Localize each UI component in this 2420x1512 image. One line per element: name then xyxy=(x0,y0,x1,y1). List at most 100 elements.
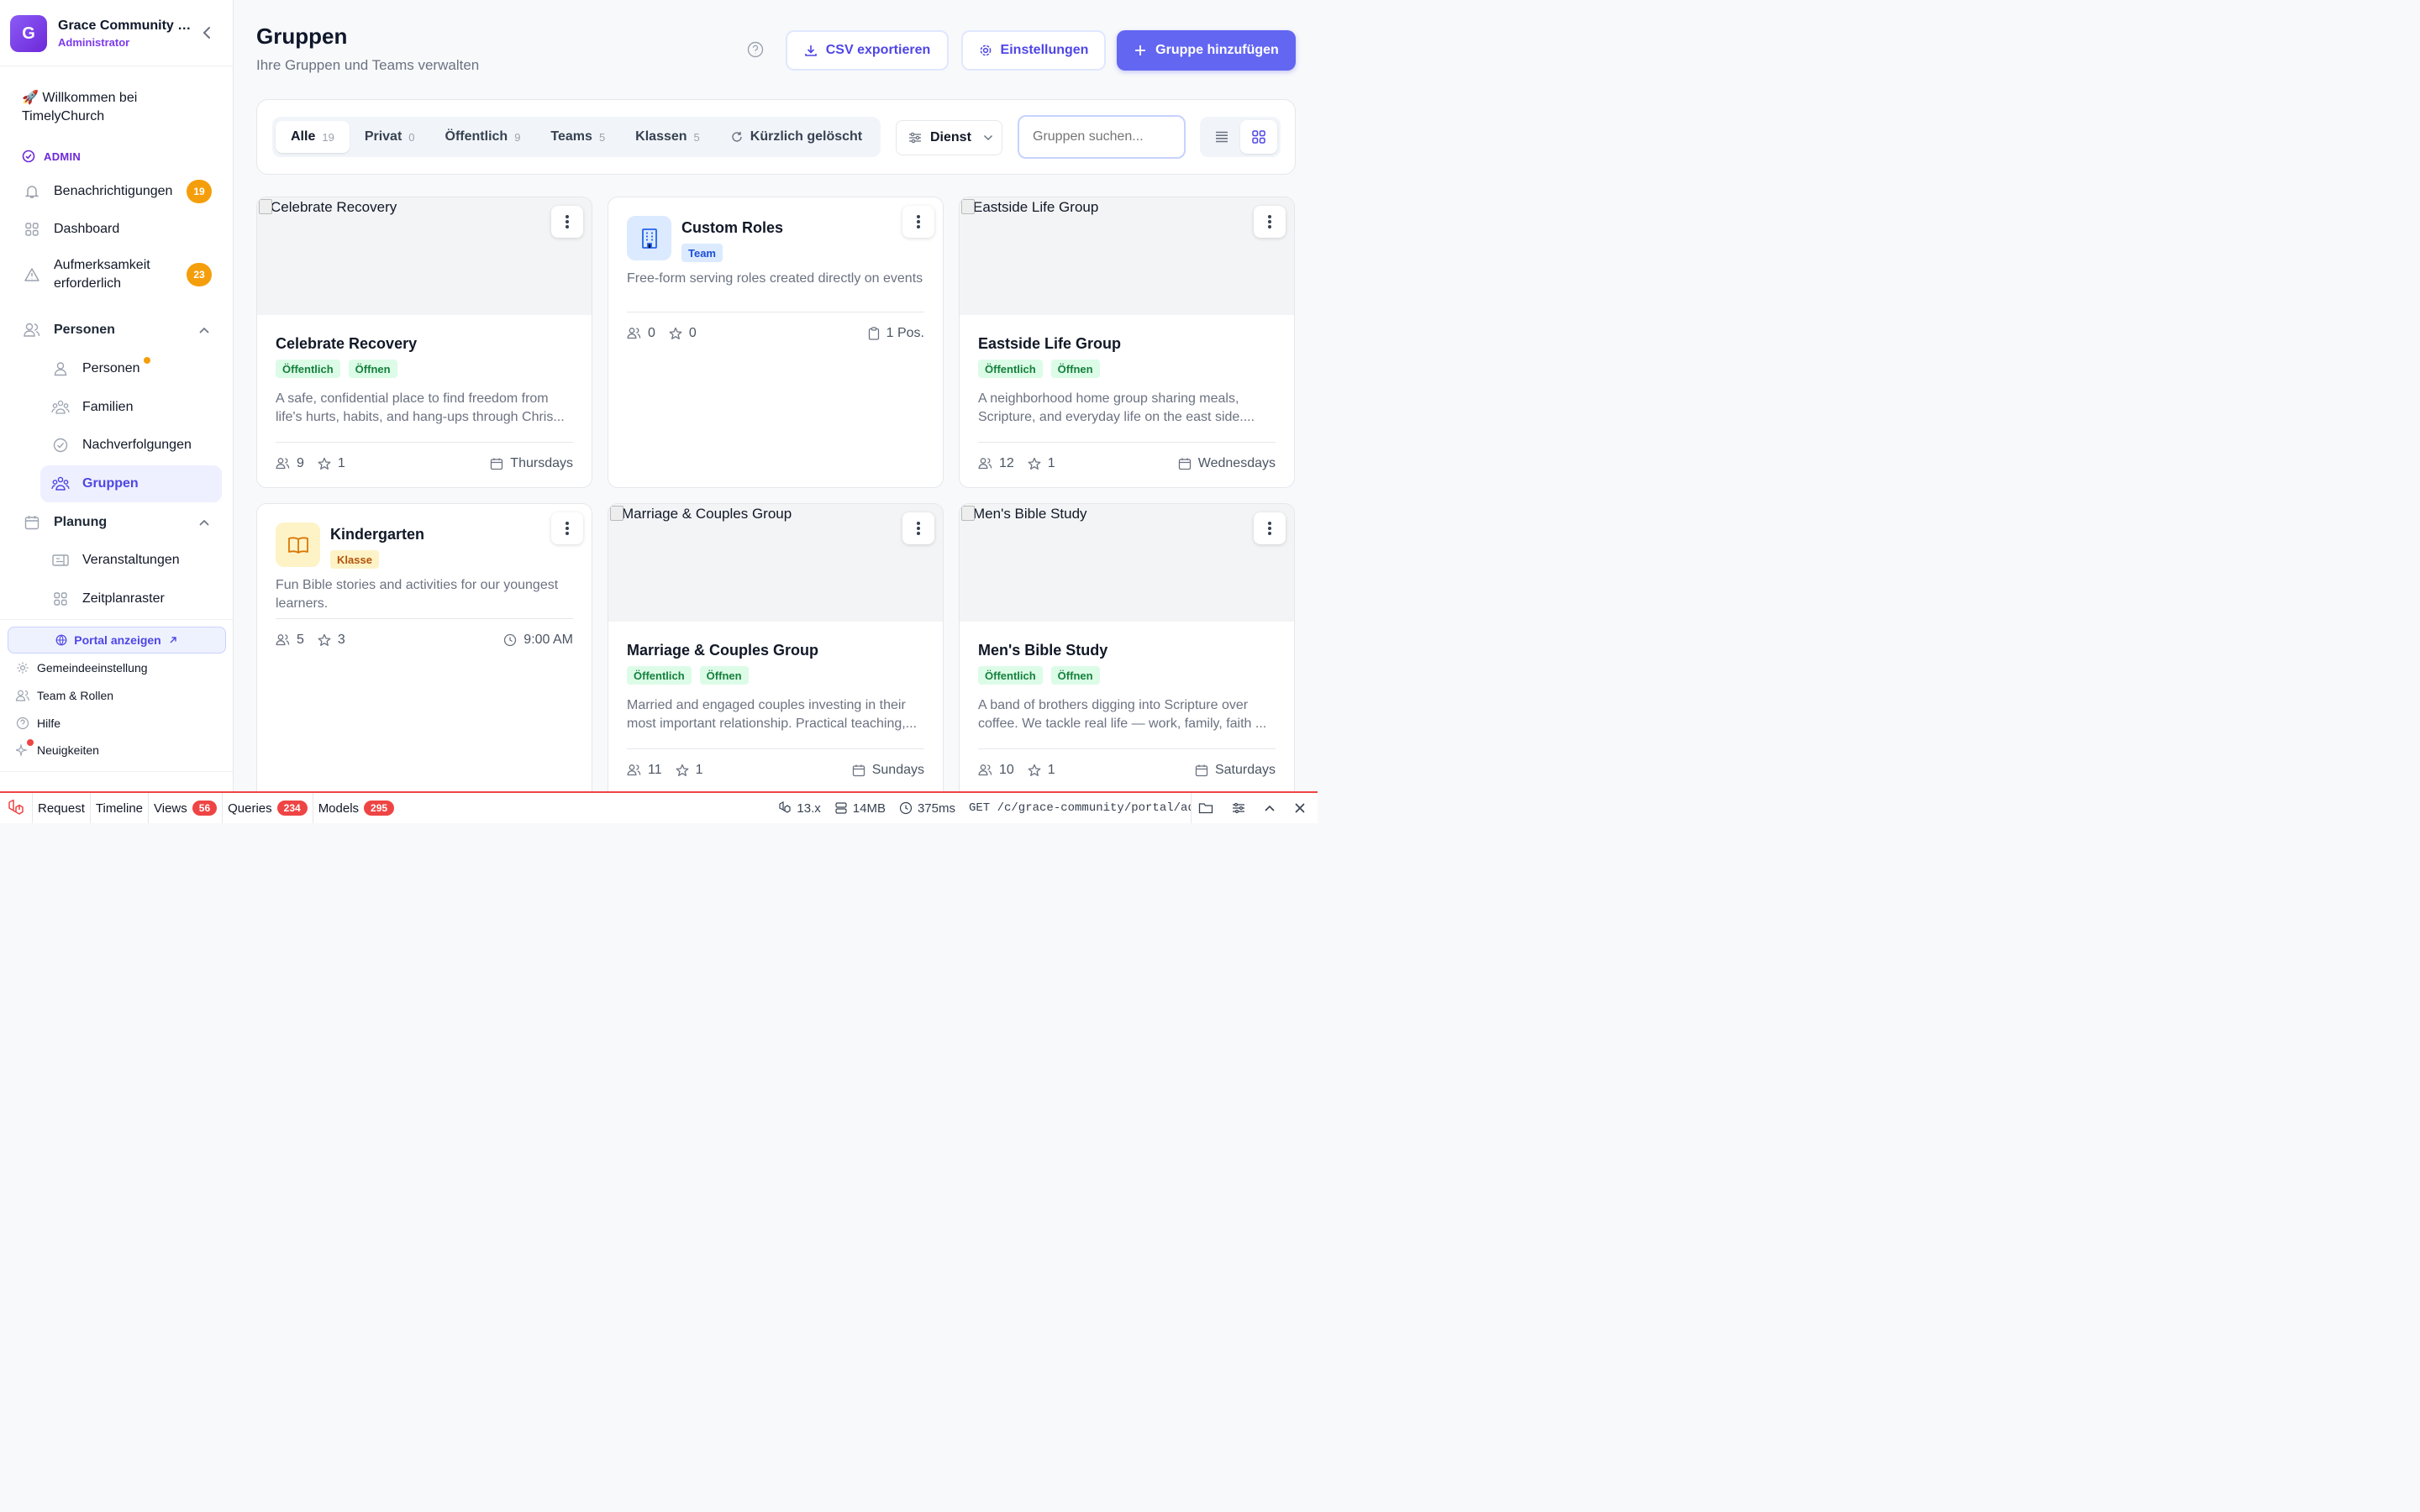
chevron-up-icon xyxy=(198,326,210,334)
sidebar-item-attention[interactable]: Aufmerksamkeit erforderlich 23 xyxy=(12,255,222,294)
divider xyxy=(0,771,233,772)
tab-recently-deleted[interactable]: Kürzlich gelöscht xyxy=(715,121,877,153)
group-description: Free-form serving roles created directly… xyxy=(627,271,923,286)
sliders-icon xyxy=(909,132,921,144)
card-menu-button[interactable] xyxy=(551,206,583,238)
group-card[interactable]: Celebrate Recovery Celebrate Recovery Öf… xyxy=(256,197,592,488)
sidebar-item-groups[interactable]: Gruppen xyxy=(40,465,222,502)
grid-view-button[interactable] xyxy=(1240,120,1277,154)
clock-icon xyxy=(899,801,913,815)
group-description: A safe, confidential place to find freed… xyxy=(276,391,565,424)
clipboard-icon xyxy=(868,326,879,340)
folder-icon[interactable] xyxy=(1191,793,1225,823)
request-route[interactable]: GET /c/grace-community/portal/admin/grou… xyxy=(962,801,1191,815)
list-view-button[interactable] xyxy=(1203,120,1240,154)
group-image: Marriage & Couples Group xyxy=(608,504,943,622)
status-badge: Öffnen xyxy=(348,360,397,378)
position-count: 1 Pos. xyxy=(868,326,924,341)
card-menu-button[interactable] xyxy=(551,512,583,544)
group-icon xyxy=(50,474,71,494)
add-group-button[interactable]: Gruppe hinzufügen xyxy=(1117,30,1296,71)
calendar-icon xyxy=(491,458,503,470)
group-name[interactable]: Eastside Life Group xyxy=(978,335,1276,353)
sidebar-item-events[interactable]: Veranstaltungen xyxy=(12,542,222,579)
sidebar-item-persons[interactable]: Personen xyxy=(12,350,222,387)
sidebar-item-schedule-grid[interactable]: Zeitplanraster xyxy=(12,580,222,617)
building-icon xyxy=(627,216,671,260)
group-name[interactable]: Marriage & Couples Group xyxy=(627,642,924,659)
debug-tab-views[interactable]: Views 56 xyxy=(149,793,224,823)
debug-tab-models[interactable]: Models 295 xyxy=(313,793,399,823)
view-toggle xyxy=(1200,117,1281,157)
card-menu-button[interactable] xyxy=(902,512,934,544)
type-filter-select[interactable]: Dienst xyxy=(896,120,1002,155)
sparkles-icon xyxy=(15,739,34,758)
page-subtitle: Ihre Gruppen und Teams verwalten xyxy=(256,57,480,73)
sidebar-section-planning[interactable]: Planung xyxy=(12,504,222,541)
laravel-logo-icon[interactable] xyxy=(0,793,33,823)
group-card[interactable]: Marriage & Couples Group Marriage & Coup… xyxy=(608,503,944,806)
sidebar-item-church-settings[interactable]: Gemeindeeinstellung xyxy=(15,660,148,675)
debug-tab-timeline[interactable]: Timeline xyxy=(91,793,150,823)
group-name[interactable]: Kindergarten xyxy=(330,526,424,543)
member-count: 5 xyxy=(276,633,304,648)
group-name[interactable]: Custom Roles xyxy=(681,219,783,237)
group-description: Married and engaged couples investing in… xyxy=(627,698,918,731)
export-csv-button[interactable]: CSV exportieren xyxy=(786,30,949,71)
sidebar-item-team-roles[interactable]: Team & Rollen xyxy=(15,688,113,703)
settings-sliders-icon[interactable] xyxy=(1225,801,1257,815)
group-search-input[interactable] xyxy=(1018,115,1186,159)
bell-icon xyxy=(22,181,42,202)
memory-usage: 14MB xyxy=(828,801,892,816)
sidebar-item-dashboard[interactable]: Dashboard xyxy=(12,211,222,248)
more-vertical-icon xyxy=(566,522,569,535)
view-portal-button[interactable]: Portal anzeigen xyxy=(8,627,226,654)
org-name: Grace Community Church xyxy=(58,18,192,33)
leader-count: 3 xyxy=(318,633,345,648)
sidebar-item-help[interactable]: Hilfe xyxy=(15,716,60,731)
tab-classes[interactable]: Klassen 5 xyxy=(620,121,715,153)
debug-tab-queries[interactable]: Queries 234 xyxy=(223,793,313,823)
group-card[interactable]: Kindergarten Klasse Fun Bible stories an… xyxy=(256,503,592,806)
visibility-badge: Öffentlich xyxy=(627,666,692,685)
users-icon xyxy=(22,320,42,340)
visibility-badge: Öffentlich xyxy=(978,360,1043,378)
new-indicator-dot xyxy=(143,357,150,364)
close-icon[interactable] xyxy=(1287,802,1318,814)
tab-private[interactable]: Privat 0 xyxy=(350,121,430,153)
card-menu-button[interactable] xyxy=(902,206,934,238)
book-icon xyxy=(276,522,320,567)
debug-tab-request[interactable]: Request xyxy=(33,793,91,823)
sidebar-item-news[interactable]: Neuigkeiten xyxy=(15,739,99,758)
card-menu-button[interactable] xyxy=(1254,206,1286,238)
meeting-time: 9:00 AM xyxy=(503,633,573,648)
group-image: Celebrate Recovery xyxy=(257,197,592,315)
card-menu-button[interactable] xyxy=(1254,512,1286,544)
tab-public[interactable]: Öffentlich 9 xyxy=(430,121,536,153)
group-card[interactable]: Eastside Life Group Eastside Life Group … xyxy=(959,197,1295,488)
tab-all[interactable]: Alle 19 xyxy=(276,121,350,153)
type-badge: Team xyxy=(681,244,723,262)
star-icon xyxy=(1028,764,1041,776)
star-icon xyxy=(669,327,682,339)
leader-count: 0 xyxy=(669,326,697,341)
help-button[interactable] xyxy=(747,41,764,58)
welcome-link[interactable]: 🚀 Willkommen bei TimelyChurch xyxy=(22,89,215,126)
chevron-up-icon[interactable] xyxy=(1257,804,1287,812)
sidebar-item-families[interactable]: Familien xyxy=(12,389,222,426)
sidebar-section-people[interactable]: Personen xyxy=(12,312,222,349)
tab-teams[interactable]: Teams 5 xyxy=(535,121,620,153)
group-name[interactable]: Men's Bible Study xyxy=(978,642,1276,659)
collapse-sidebar-button[interactable] xyxy=(201,25,213,40)
sidebar-item-followups[interactable]: Nachverfolgungen xyxy=(12,427,222,464)
globe-icon xyxy=(55,634,67,646)
sidebar-item-notifications[interactable]: Benachrichtigungen 19 xyxy=(12,173,222,210)
settings-button[interactable]: Einstellungen xyxy=(961,30,1106,71)
group-card[interactable]: Custom Roles Team Free-form serving role… xyxy=(608,197,944,488)
gear-icon xyxy=(15,660,30,675)
group-name[interactable]: Celebrate Recovery xyxy=(276,335,573,353)
leader-count: 1 xyxy=(1028,456,1055,471)
org-switcher[interactable]: G Grace Community Church Administrator xyxy=(10,13,225,54)
group-card[interactable]: Men's Bible Study Men's Bible Study Öffe… xyxy=(959,503,1295,806)
grid-icon xyxy=(1252,130,1265,144)
